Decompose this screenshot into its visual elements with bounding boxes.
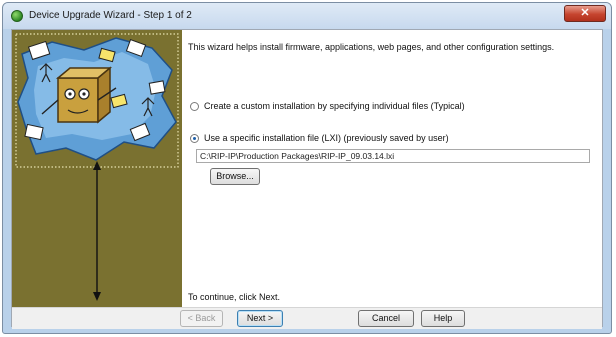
wizard-footer: < Back Next > Cancel Help [12,307,602,329]
wizard-main-panel: This wizard helps install firmware, appl… [182,30,602,307]
side-illustration-panel [12,30,182,307]
option-installation-file[interactable]: Use a specific installation file (LXI) (… [190,133,449,143]
intro-text: This wizard helps install firmware, appl… [188,42,555,52]
wizard-window: Device Upgrade Wizard - Step 1 of 2 ✕ Th… [2,2,612,334]
green-globe-icon [11,10,23,22]
close-button[interactable]: ✕ [564,5,606,22]
next-button[interactable]: Next > [237,310,283,327]
wizard-client-area: This wizard helps install firmware, appl… [11,29,603,329]
window-title: Device Upgrade Wizard - Step 1 of 2 [29,10,192,21]
installation-file-path-field[interactable] [196,149,590,163]
continue-hint: To continue, click Next. [188,292,281,302]
option-custom-install[interactable]: Create a custom installation by specifyi… [190,101,465,111]
upgrade-illustration [12,30,182,307]
back-button[interactable]: < Back [180,310,223,327]
custom-install-radio[interactable] [190,101,199,111]
title-bar[interactable]: Device Upgrade Wizard - Step 1 of 2 ✕ [3,3,611,29]
installation-file-label: Use a specific installation file (LXI) (… [204,133,449,143]
custom-install-label: Create a custom installation by specifyi… [204,101,465,111]
browse-button[interactable]: Browse... [210,168,260,185]
cancel-button[interactable]: Cancel [358,310,414,327]
help-button[interactable]: Help [421,310,465,327]
installation-file-radio[interactable] [190,133,199,143]
